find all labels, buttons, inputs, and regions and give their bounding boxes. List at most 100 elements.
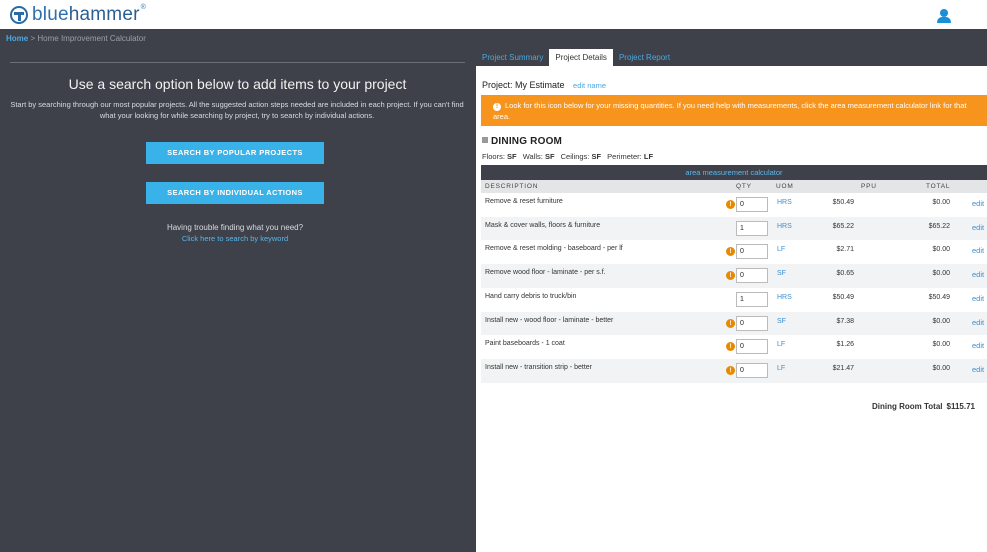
row-ppu: $7.38 <box>836 317 854 325</box>
quantity-input[interactable]: 1 <box>736 291 768 307</box>
row-description: Hand carry debris to truck/bin <box>485 292 577 300</box>
quantity-input[interactable]: 0 <box>736 315 768 331</box>
edit-row-link[interactable]: edit <box>972 246 984 255</box>
edit-row-link[interactable]: edit <box>972 199 984 208</box>
logo-text: bluehammer® <box>32 4 146 25</box>
row-uom[interactable]: HRS <box>777 294 792 301</box>
row-uom[interactable]: LF <box>777 341 785 348</box>
row-total: $50.49 <box>928 293 950 301</box>
table-row: Remove & reset molding - baseboard - per… <box>481 240 987 264</box>
search-individual-actions-button[interactable]: SEARCH BY INDIVIDUAL ACTIONS <box>146 182 324 204</box>
edit-row-link[interactable]: edit <box>972 341 984 350</box>
table-row: Install new - wood floor - laminate - be… <box>481 311 987 336</box>
row-uom[interactable]: HRS <box>777 199 792 206</box>
missing-quantity-icon: ! <box>726 271 735 281</box>
row-total: $0.00 <box>932 199 950 206</box>
header-qty: QTY <box>736 183 752 190</box>
edit-name-link[interactable]: edit name <box>573 81 606 90</box>
table-row: Hand carry debris to truck/bin 1 HRS $50.49… <box>481 288 987 312</box>
quantity-input[interactable]: 0 <box>736 244 768 260</box>
user-icon[interactable] <box>937 9 951 23</box>
table-row: Install new - transition strip - better!… <box>481 358 987 383</box>
search-options-description: Start by searching through our most popu… <box>10 100 464 120</box>
quantity-input[interactable]: 0 <box>736 268 768 284</box>
project-details-panel: Project: My Estimate edit name ! Look for… <box>476 66 987 552</box>
missing-quantity-icon: ! <box>726 342 735 352</box>
header-total: TOTAL <box>926 183 951 190</box>
row-uom[interactable]: LF <box>777 365 785 372</box>
quantity-input[interactable]: 0 <box>736 339 768 355</box>
row-description: Remove & reset molding - baseboard - per… <box>485 245 623 253</box>
row-uom[interactable]: HRS <box>777 223 792 230</box>
project-name: Project: My Estimate <box>482 80 565 90</box>
quantity-input[interactable]: 0 <box>736 362 768 378</box>
project-tabs: Project Summary Project Details Project … <box>476 49 676 66</box>
breadcrumb-current: Home Improvement Calculator <box>37 34 146 43</box>
row-ppu: $2.71 <box>836 246 854 254</box>
edit-row-link[interactable]: edit <box>972 270 984 279</box>
breadcrumb: Home > Home Improvement Calculator <box>6 34 146 43</box>
row-total: $0.00 <box>932 270 950 278</box>
hammer-logo-icon <box>10 6 28 24</box>
row-total: $0.00 <box>932 317 950 325</box>
trouble-text: Having trouble finding what you need? <box>166 223 304 232</box>
row-uom[interactable]: LF <box>777 246 785 253</box>
row-uom[interactable]: SF <box>777 318 786 325</box>
quantity-input[interactable]: 1 <box>736 220 768 236</box>
logo[interactable]: bluehammer® <box>10 4 146 25</box>
row-total: $0.00 <box>932 341 950 349</box>
tab-project-details[interactable]: Project Details <box>549 49 613 66</box>
collapse-icon[interactable] <box>482 137 488 143</box>
project-header: Project: My Estimate edit name <box>482 80 606 90</box>
search-options-title: Use a search option below to add items t… <box>68 76 407 92</box>
edit-row-link[interactable]: edit <box>972 318 984 327</box>
row-description: Install new - transition strip - better <box>485 363 592 371</box>
row-description: Paint baseboards - 1 coat <box>485 340 565 348</box>
missing-quantity-icon: ! <box>726 200 735 209</box>
table-row: Paint baseboards - 1 coat! 0 LF $1.26 $0.00 e… <box>481 335 987 359</box>
quantity-input[interactable]: 0 <box>736 197 768 212</box>
row-description: Install new - wood floor - laminate - be… <box>485 316 614 324</box>
search-by-keyword-link[interactable]: Click here to search by keyword <box>10 234 460 243</box>
tab-project-summary[interactable]: Project Summary <box>476 49 549 66</box>
warning-icon: ! <box>493 103 501 111</box>
missing-quantity-icon: ! <box>726 247 735 257</box>
room-measurements: Floors: SF Walls: SF Ceilings: SF Perime… <box>482 152 654 161</box>
divider <box>10 62 465 63</box>
row-ppu: $1.26 <box>836 341 854 349</box>
row-uom[interactable]: SF <box>777 270 786 277</box>
edit-row-link[interactable]: edit <box>972 223 984 232</box>
row-description: Remove & reset furniture <box>485 198 563 205</box>
missing-quantity-icon: ! <box>726 365 735 375</box>
header-ppu: PPU <box>861 183 877 190</box>
table-row: Remove & reset furniture! 0 HRS $50.49 $0.00… <box>481 193 987 217</box>
header-uom: UOM <box>776 183 794 190</box>
header-description: DESCRIPTION <box>485 183 539 190</box>
room-total: Dining Room Total $115.71 <box>872 402 975 411</box>
alert-text: Look for this icon below for your missin… <box>493 101 967 121</box>
top-bar: bluehammer® <box>0 0 987 29</box>
row-description: Remove wood floor - laminate - per s.f. <box>485 269 606 277</box>
row-ppu: $65.22 <box>832 222 854 230</box>
row-ppu: $0.65 <box>836 270 854 278</box>
edit-row-link[interactable]: edit <box>972 365 984 374</box>
table-header: DESCRIPTION QTY UOM PPU TOTAL <box>481 180 987 193</box>
row-total: $0.00 <box>932 364 950 372</box>
search-popular-projects-button[interactable]: SEARCH BY POPULAR PROJECTS <box>146 142 324 164</box>
row-ppu: $21.47 <box>832 364 854 372</box>
missing-quantities-alert: ! Look for this icon below for your missi… <box>481 95 987 126</box>
edit-row-link[interactable]: edit <box>972 294 984 303</box>
row-ppu: $50.49 <box>832 293 854 301</box>
row-ppu: $50.49 <box>832 199 854 206</box>
breadcrumb-home-link[interactable]: Home <box>6 34 28 43</box>
room-title[interactable]: DINING ROOM <box>482 136 562 147</box>
missing-quantity-icon: ! <box>726 318 735 328</box>
row-description: Mask & cover walls, floors & furniture <box>485 221 601 229</box>
table-row: Remove wood floor - laminate - per s.f.!… <box>481 264 987 288</box>
table-row: Mask & cover walls, floors & furniture 1 H… <box>481 216 987 241</box>
row-total: $65.22 <box>928 222 950 230</box>
row-total: $0.00 <box>932 246 950 254</box>
area-measurement-calculator-link[interactable]: area measurement calculator <box>481 165 987 180</box>
tab-project-report[interactable]: Project Report <box>613 49 676 66</box>
breadcrumb-separator: > <box>30 34 36 43</box>
